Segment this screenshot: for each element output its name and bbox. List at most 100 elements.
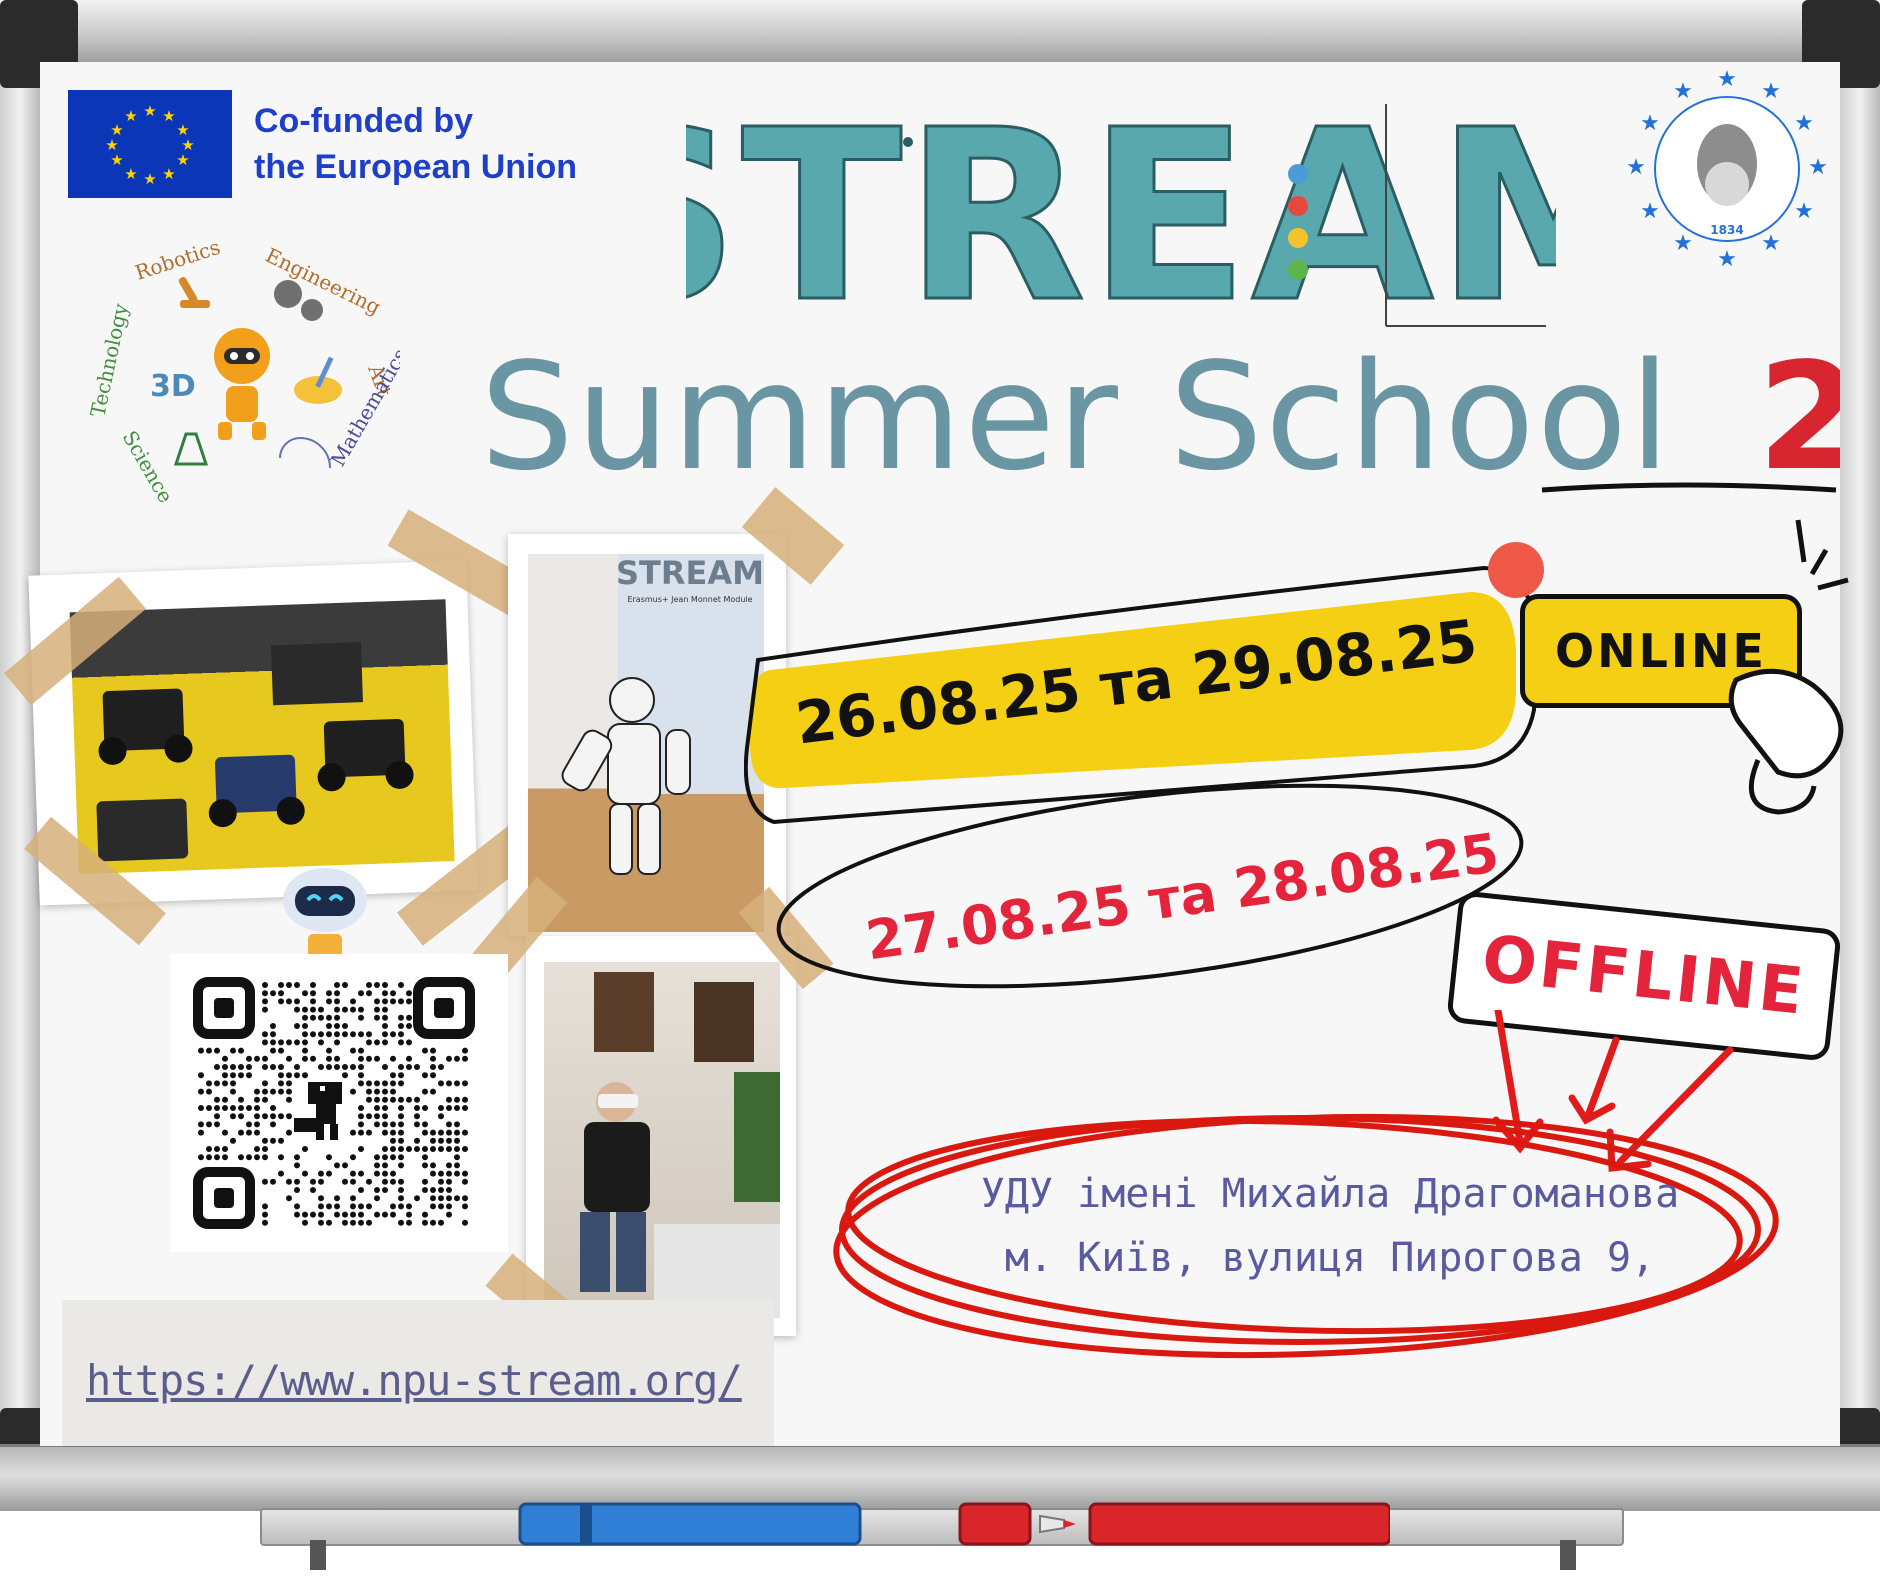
qr-module xyxy=(286,1088,292,1095)
discipline-mathematics: Mathematics xyxy=(326,344,400,470)
qr-module xyxy=(262,1088,268,1095)
qr-module xyxy=(382,1014,388,1021)
qr-module xyxy=(222,1146,228,1152)
qr-module xyxy=(390,1080,396,1087)
qr-module xyxy=(430,1047,436,1054)
qr-module xyxy=(390,1129,396,1136)
qr-module xyxy=(198,1047,204,1054)
cute-robot-icon xyxy=(283,868,367,958)
qr-module xyxy=(382,1154,388,1161)
qr-module xyxy=(198,1105,204,1111)
qr-module xyxy=(342,1006,348,1013)
qr-module xyxy=(222,1072,228,1079)
qr-module xyxy=(294,998,300,1005)
vr-demo-image xyxy=(580,972,780,1318)
qr-module xyxy=(358,1219,364,1226)
qr-code-card[interactable] xyxy=(170,954,508,1252)
qr-module xyxy=(422,1129,428,1136)
qr-module xyxy=(462,1219,468,1226)
qr-module xyxy=(438,1113,444,1120)
qr-module xyxy=(270,1113,276,1120)
address-block: УДУ імені Михайла Драгоманова м. Київ, в… xyxy=(880,1162,1780,1290)
svg-text:Summer School 2025: Summer School 2025 xyxy=(480,331,1840,498)
qr-module xyxy=(430,1064,436,1070)
qr-module xyxy=(430,1203,436,1210)
qr-module xyxy=(454,1129,460,1136)
qr-module xyxy=(398,1064,404,1070)
photo-vr-headset xyxy=(526,936,796,1336)
discipline-technology: Technology xyxy=(85,301,133,419)
qr-module xyxy=(438,1203,444,1210)
qr-module xyxy=(262,1080,268,1087)
qr-module xyxy=(382,1006,388,1013)
qr-module xyxy=(286,998,292,1005)
fibonacci-spiral-icon xyxy=(279,436,331,469)
qr-module xyxy=(214,1064,220,1070)
qr-module xyxy=(454,1096,460,1103)
qr-module xyxy=(358,1113,364,1120)
qr-code-icon[interactable] xyxy=(170,954,508,1252)
qr-module xyxy=(294,1154,300,1161)
qr-module xyxy=(350,1031,356,1038)
qr-module xyxy=(302,1014,308,1021)
qr-module xyxy=(214,1121,220,1128)
qr-module xyxy=(422,1162,428,1169)
red-marker-icon xyxy=(958,1502,1390,1546)
qr-module xyxy=(350,1154,356,1161)
qr-module xyxy=(358,1006,364,1013)
qr-module xyxy=(198,1154,204,1161)
qr-module xyxy=(302,1170,308,1177)
qr-module xyxy=(262,1146,268,1152)
qr-module xyxy=(374,1162,380,1169)
qr-module xyxy=(390,1146,396,1152)
qr-module xyxy=(278,1137,284,1144)
qr-module xyxy=(230,1064,236,1070)
qr-module xyxy=(406,1211,412,1218)
qr-module xyxy=(374,1105,380,1111)
summer-school-text: Summer School xyxy=(480,331,1672,498)
qr-module xyxy=(358,1055,364,1062)
emblem-year: 1834 xyxy=(1710,223,1743,237)
qr-module xyxy=(246,1129,252,1136)
qr-module xyxy=(270,1039,276,1046)
qr-module xyxy=(382,1105,388,1111)
qr-module xyxy=(438,1219,444,1226)
qr-module xyxy=(342,1031,348,1038)
qr-module xyxy=(302,1072,308,1079)
qr-module xyxy=(398,1023,404,1029)
qr-module xyxy=(270,990,276,997)
qr-module xyxy=(222,1105,228,1111)
qr-module xyxy=(318,1031,324,1038)
svg-text:★: ★ xyxy=(1640,111,1660,136)
qr-module xyxy=(390,1137,396,1144)
badge-3d-icon: 3D xyxy=(150,369,196,404)
qr-module xyxy=(198,1129,204,1136)
qr-module xyxy=(230,1047,236,1054)
qr-module xyxy=(334,982,340,988)
qr-module xyxy=(390,1121,396,1128)
qr-module xyxy=(334,1064,340,1070)
poster-subtitle: Erasmus+ Jean Monnet Module xyxy=(627,595,752,604)
qr-module xyxy=(438,1170,444,1177)
qr-module xyxy=(414,1121,420,1128)
qr-module xyxy=(270,1121,276,1128)
qr-module xyxy=(254,1129,260,1136)
qr-module xyxy=(294,1211,300,1218)
qr-module xyxy=(262,1154,268,1161)
discipline-engineering: Engineering xyxy=(262,243,385,319)
qr-module xyxy=(318,1219,324,1226)
qr-module xyxy=(318,1039,324,1046)
qr-module xyxy=(366,1203,372,1210)
qr-module xyxy=(334,1039,340,1046)
svg-text:★: ★ xyxy=(1640,199,1660,224)
qr-module xyxy=(350,1006,356,1013)
qr-module xyxy=(446,1162,452,1169)
website-link[interactable]: https://www.npu-stream.org/ xyxy=(86,1356,743,1405)
qr-module xyxy=(454,1154,460,1161)
qr-module xyxy=(262,982,268,988)
qr-module xyxy=(454,1105,460,1111)
qr-module xyxy=(430,1219,436,1226)
qr-module xyxy=(238,1072,244,1079)
qr-module xyxy=(278,998,284,1005)
qr-module xyxy=(422,1187,428,1193)
